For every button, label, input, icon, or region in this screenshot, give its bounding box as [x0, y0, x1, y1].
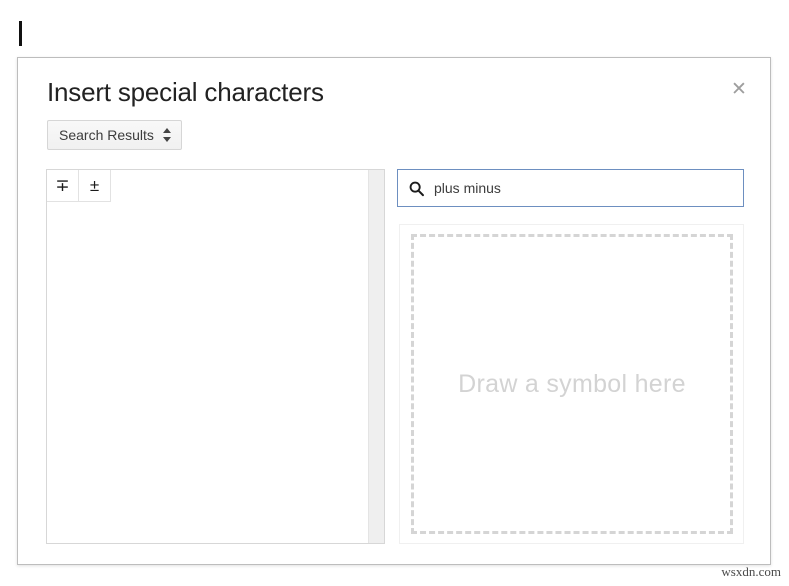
draw-canvas-placeholder: Draw a symbol here: [458, 370, 686, 399]
category-dropdown-label: Search Results: [59, 127, 154, 143]
updown-arrows-icon: [163, 127, 172, 143]
character-grid: ∓±: [47, 170, 384, 202]
draw-canvas[interactable]: Draw a symbol here: [411, 234, 733, 534]
category-dropdown[interactable]: Search Results: [47, 120, 182, 150]
character-cell[interactable]: ∓: [47, 170, 79, 202]
character-cell[interactable]: ±: [79, 170, 111, 202]
results-scrollbar[interactable]: [368, 170, 384, 543]
search-input-value: plus minus: [434, 180, 735, 196]
search-input[interactable]: plus minus: [397, 169, 744, 207]
close-icon[interactable]: ✕: [726, 76, 752, 102]
watermark: wsxdn.com: [721, 564, 781, 580]
page-title: Insert special characters: [47, 76, 324, 108]
draw-symbol-panel: Draw a symbol here: [399, 224, 744, 544]
text-cursor: [19, 21, 22, 46]
search-results-panel: ∓±: [46, 169, 385, 544]
search-icon: [408, 180, 425, 197]
insert-special-characters-dialog: Insert special characters ✕ Search Resul…: [17, 57, 771, 565]
